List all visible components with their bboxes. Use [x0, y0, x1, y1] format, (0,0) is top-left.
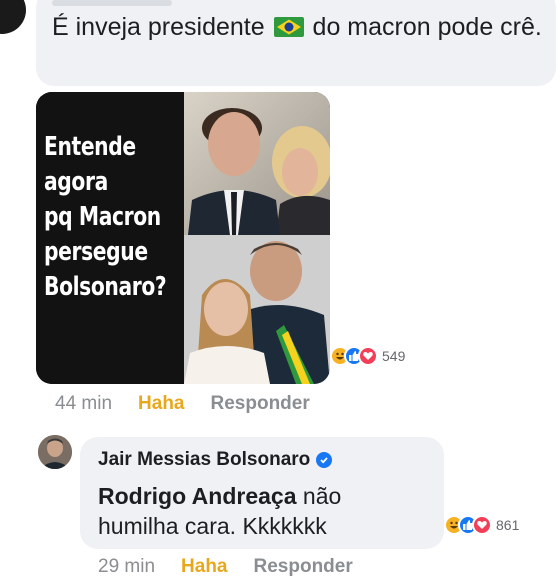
comment-text: É inveja presidente do macron pode crê. — [52, 13, 542, 41]
meme-caption: Entende agora pq Macron persegue Bolsona… — [44, 130, 184, 305]
reaction-count: 549 — [382, 348, 406, 364]
meme-line: Bolsonaro? — [44, 272, 167, 302]
bolsonaro-avatar[interactable] — [38, 435, 72, 469]
meme-image[interactable]: Entende agora pq Macron persegue Bolsona… — [36, 92, 330, 384]
haha-reaction-link[interactable]: Haha — [138, 393, 184, 415]
love-reaction-icon — [358, 346, 378, 366]
reaction-summary[interactable]: 549 — [330, 346, 405, 366]
reply-reaction-summary[interactable]: 861 — [444, 515, 519, 535]
meme-line: Entende — [44, 132, 136, 162]
brazil-flag-icon — [273, 17, 304, 37]
verified-badge-icon — [316, 452, 333, 468]
meme-line: agora — [44, 167, 108, 197]
comment-bubble: É inveja presidente do macron pode crê. — [36, 0, 556, 86]
couple-photo-top — [184, 92, 330, 235]
reply-author[interactable]: Jair Messias Bolsonaro — [98, 449, 333, 471]
reaction-count: 861 — [496, 517, 520, 533]
reply-text: Rodrigo Andreaça não humilha cara. Kkkkk… — [98, 481, 428, 541]
commenter-avatar[interactable] — [0, 0, 26, 34]
author-name[interactable]: Jair Messias Bolsonaro — [98, 449, 310, 471]
comment-actions: 44 min Haha Responder — [55, 393, 310, 415]
meme-line: pq Macron — [44, 202, 161, 232]
meme-line: persegue — [44, 237, 148, 267]
comment-timestamp[interactable]: 44 min — [55, 393, 112, 415]
reply-link[interactable]: Responder — [211, 393, 310, 415]
mentioned-user[interactable]: Rodrigo Andreaça — [98, 483, 297, 509]
couple-photo-bottom — [184, 235, 330, 384]
love-reaction-icon — [472, 515, 492, 535]
reply-bubble: Jair Messias Bolsonaro Rodrigo Andreaça … — [80, 437, 444, 549]
meme-text-panel: Entende agora pq Macron persegue Bolsona… — [36, 92, 184, 384]
comment-author-name[interactable] — [52, 0, 172, 6]
